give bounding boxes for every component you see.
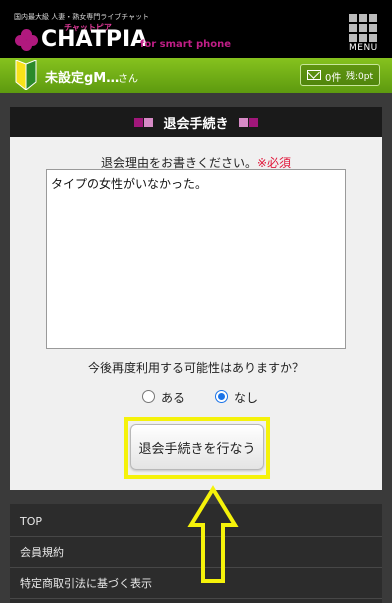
logo-subtitle: for smart phone	[140, 39, 231, 50]
beginner-leaf-icon	[15, 60, 37, 90]
spacer	[10, 93, 382, 107]
username[interactable]: 未設定gM…	[45, 67, 119, 86]
required-mark: ※必須	[256, 156, 292, 170]
title-square-icon	[248, 117, 258, 127]
title-square-icon	[144, 117, 154, 127]
withdrawal-form: 退会理由をお書きください。※必須 今後再度利用する可能性はありますか？ ある な…	[10, 137, 382, 490]
up-arrow-annotation	[187, 485, 239, 583]
radio-yes-label[interactable]: ある	[161, 389, 185, 406]
username-honorific: さん	[118, 74, 138, 85]
radio-yes[interactable]	[142, 390, 155, 403]
app-header: 国内最大級 人妻・熟女専門ライブチャット チャットピア CHATPIA for …	[0, 0, 392, 58]
menu-grid-icon	[349, 14, 377, 42]
menu-label: MENU	[349, 43, 378, 53]
mail-count: 0件	[325, 73, 342, 84]
radio-no[interactable]	[215, 390, 228, 403]
radio-no-label[interactable]: なし	[234, 389, 258, 406]
reason-label-text: 退会理由をお書きください。	[100, 156, 257, 170]
points-balance: 残:0pt	[346, 72, 374, 82]
user-status-bar: 未設定gM… さん 0件 残:0pt	[0, 58, 392, 93]
logo-text[interactable]: CHATPIA	[41, 29, 147, 51]
section-header: 退会手続き	[10, 107, 382, 137]
page-title: 退会手続き	[163, 116, 229, 132]
mail-icon	[307, 70, 321, 80]
title-square-icon	[238, 117, 248, 127]
reuse-radio-group: ある なし	[10, 389, 382, 407]
submit-withdrawal-button[interactable]: 退会手続きを行なう	[130, 424, 264, 470]
site-tagline: 国内最大級 人妻・熟女専門ライブチャット	[14, 13, 150, 21]
logo-flower-icon	[15, 29, 39, 51]
mail-status-button[interactable]: 0件 残:0pt	[300, 64, 380, 86]
reuse-question: 今後再度利用する可能性はありますか？	[87, 361, 304, 375]
title-square-icon	[134, 117, 144, 127]
menu-button[interactable]: MENU	[348, 14, 378, 54]
reason-textarea[interactable]	[46, 169, 346, 349]
